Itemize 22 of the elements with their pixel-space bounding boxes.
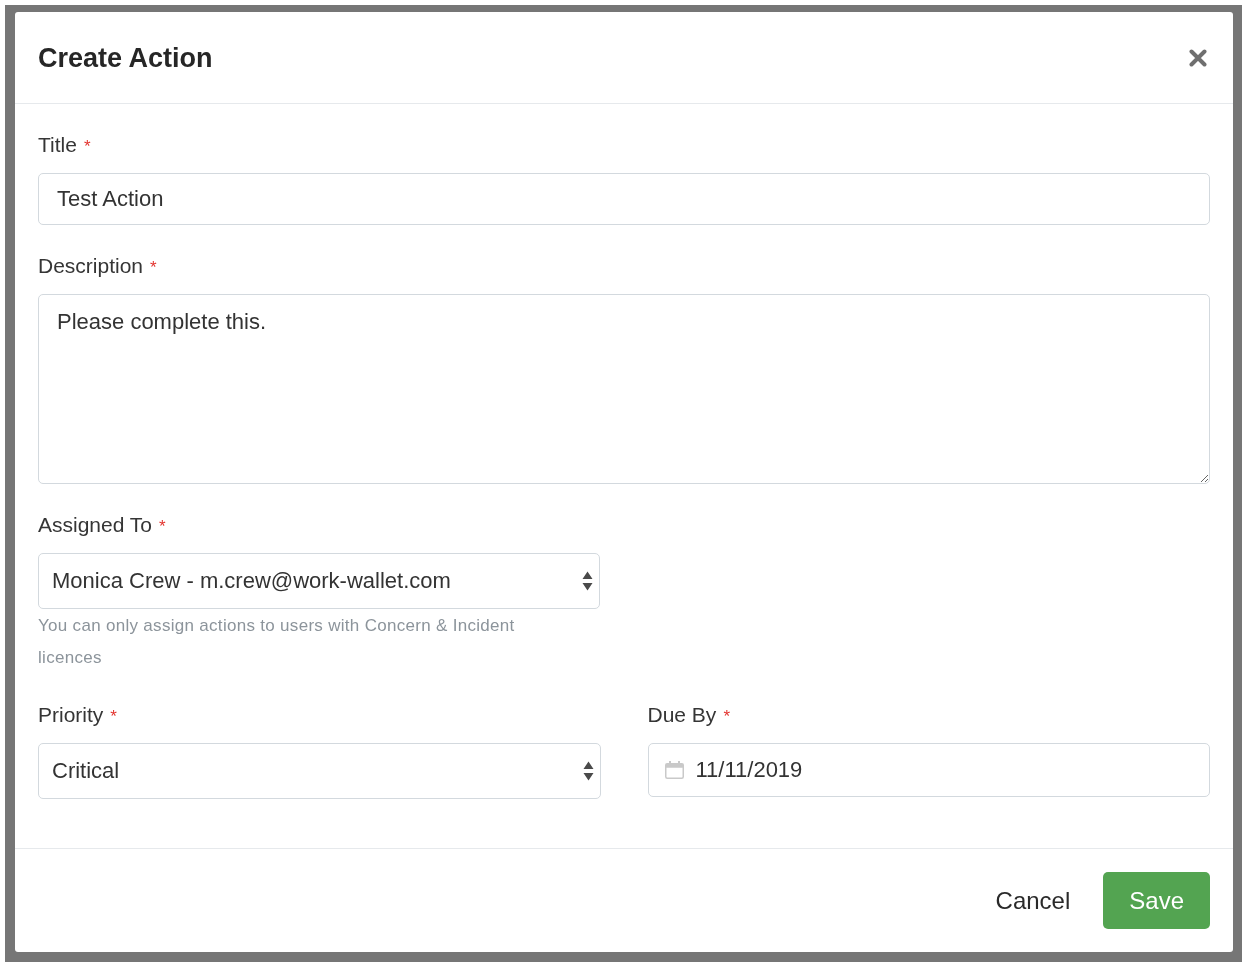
select-field[interactable]: Monica Crew - m.crew@work-wallet.com: [38, 553, 600, 609]
text-input-field[interactable]: Test Action: [38, 173, 1210, 225]
sort-arrows-icon: [582, 571, 593, 591]
textarea-field[interactable]: Please complete this.: [38, 294, 1210, 484]
required-asterisk: *: [723, 706, 730, 728]
required-asterisk: *: [110, 706, 117, 728]
cancel-button[interactable]: Cancel: [983, 872, 1083, 929]
calendar-icon: [664, 761, 684, 779]
date-field[interactable]: 11/11/2019: [647, 743, 1210, 797]
field-label: Assigned To: [38, 513, 153, 537]
close-icon[interactable]: [1189, 48, 1207, 67]
required-asterisk: *: [159, 516, 166, 538]
help-text: You can only assign actions to users with Concern & Incident licences: [38, 615, 516, 669]
field-label: Due By: [647, 703, 717, 727]
required-asterisk: *: [83, 136, 91, 158]
field-label: Priority: [38, 703, 104, 727]
sort-arrows-icon: [582, 761, 594, 781]
select-field[interactable]: Critical: [38, 743, 601, 799]
dialog-title: Create Action: [38, 41, 213, 75]
field-label: Description: [38, 254, 144, 278]
required-asterisk: *: [150, 257, 157, 279]
field-label: Title: [38, 133, 77, 157]
